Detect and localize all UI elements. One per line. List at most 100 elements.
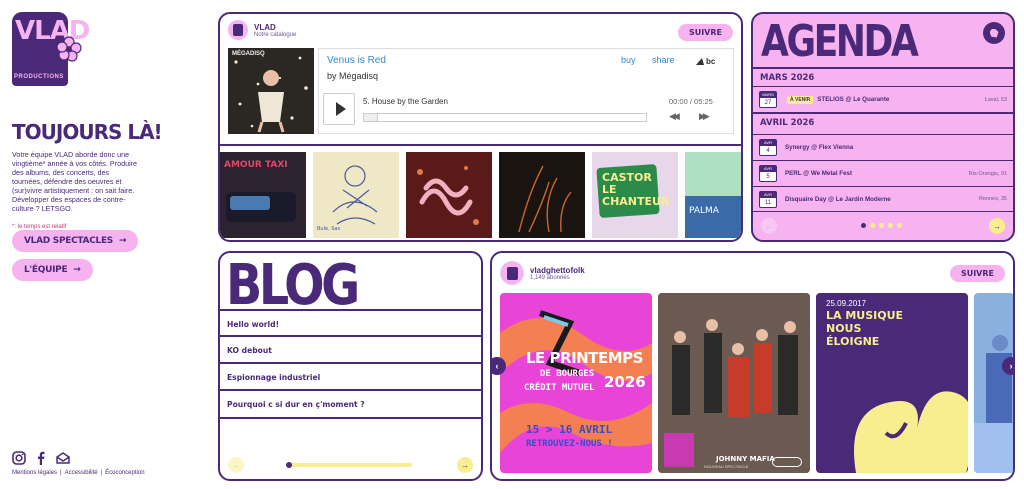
bandcamp-player: MÉGADISQ Venus is Red by Mégadisq buy sh… bbox=[228, 48, 734, 138]
album-artist: by Mégadisq bbox=[327, 71, 379, 81]
player-controls: Venus is Red by Mégadisq buy share bc 5.… bbox=[318, 48, 734, 134]
intro-text: Votre équipe VLAD aborde donc une vingti… bbox=[12, 150, 138, 213]
vlad-spectacles-label: VLAD SPECTACLES bbox=[24, 236, 113, 246]
date-badge: MARS 27 bbox=[759, 91, 777, 108]
instagram-next-button[interactable]: › bbox=[1002, 357, 1013, 375]
blog-next-button[interactable]: → bbox=[457, 457, 473, 473]
social-links bbox=[12, 451, 70, 465]
agenda-dots bbox=[861, 223, 902, 228]
instagram-follow-button[interactable]: SUIVRE bbox=[949, 265, 1005, 282]
album-title: Bule, Sas bbox=[317, 226, 341, 232]
agenda-event[interactable]: AVR 11 Disquaire Day @ Le Jardin Moderne … bbox=[753, 186, 1013, 212]
instagram-header: vladghettofolk 1,149 abonnés bbox=[500, 261, 585, 285]
sidebar: VLAD PRODUCTIONS TOUJOURS LÀ! Votre équi… bbox=[12, 12, 212, 482]
logo-sub: PRODUCTIONS bbox=[14, 74, 64, 80]
instagram-post[interactable]: JOHNNY MAFIA NOUVEAU SPECTACLE bbox=[658, 293, 810, 473]
date-badge: AVR 11 bbox=[759, 190, 777, 208]
previous-track-icon[interactable]: ◀◀ bbox=[669, 111, 680, 122]
tagline: TOUJOURS LÀ! bbox=[12, 120, 163, 144]
album-title-link[interactable]: Venus is Red bbox=[327, 55, 386, 66]
play-button[interactable] bbox=[323, 93, 355, 125]
arrow-right-icon: → bbox=[118, 236, 127, 246]
agenda-pagination: ← → bbox=[761, 218, 1005, 234]
track-progress-bar[interactable] bbox=[363, 113, 647, 122]
email-icon[interactable] bbox=[56, 451, 70, 465]
post-subhead: DE BOURGES bbox=[540, 369, 595, 379]
instagram-post[interactable]: LE PRINTEMPS DE BOURGES 2026 CRÉDIT MUTU… bbox=[500, 293, 652, 473]
blog-post-link[interactable]: KO debout bbox=[220, 335, 481, 363]
blog-scroll-thumb[interactable] bbox=[286, 462, 292, 468]
catalog-name: VLAD bbox=[254, 22, 276, 32]
buy-link[interactable]: buy bbox=[621, 55, 636, 65]
france-map-icon[interactable] bbox=[983, 22, 1005, 44]
equipe-button[interactable]: L'ÉQUIPE → bbox=[12, 259, 93, 281]
instagram-post[interactable]: 25.09.2017 LA MUSIQUE NOUS ÉLOIGNE bbox=[816, 293, 968, 473]
album-thumb[interactable]: AMOUR TAXI bbox=[220, 152, 306, 238]
upcoming-badge: À VENIR bbox=[787, 95, 814, 104]
album-cover-art bbox=[228, 48, 314, 134]
play-icon bbox=[335, 102, 346, 116]
post-year: 2026 bbox=[604, 373, 646, 391]
event-name: PERL @ We Metal Fest bbox=[785, 170, 853, 177]
event-place: Rennes, 35 bbox=[978, 196, 1007, 202]
agenda-event[interactable]: MARS 27 À VENIR STELIOS @ Le Quarante Lav… bbox=[753, 86, 1013, 112]
agenda-card: AGENDA MARS 2026 MARS 27 À VENIR STELIOS … bbox=[751, 12, 1015, 242]
current-track: 5. House by the Garden bbox=[363, 97, 448, 106]
event-name: Disquaire Day @ Le Jardin Moderne bbox=[785, 195, 891, 203]
catalog-header: VLAD Notre catalogue bbox=[228, 20, 296, 40]
month-header: MARS 2026 bbox=[753, 67, 1013, 87]
agenda-event[interactable]: AVR 5 PERL @ We Metal Fest Ris-Orangis, 9… bbox=[753, 160, 1013, 186]
mentions-link[interactable]: Mentions légales bbox=[12, 470, 57, 476]
blog-post-link[interactable]: Hello world! bbox=[220, 309, 481, 337]
blog-scroll-track[interactable] bbox=[286, 462, 412, 468]
vlad-spectacles-button[interactable]: VLAD SPECTACLES → bbox=[12, 230, 139, 252]
equipe-label: L'ÉQUIPE bbox=[24, 265, 68, 275]
album-title: PALMA bbox=[689, 206, 719, 216]
bandcamp-mark bbox=[696, 58, 704, 65]
post-button[interactable] bbox=[772, 457, 802, 467]
album-thumb[interactable] bbox=[406, 152, 492, 238]
bandcamp-logo-icon[interactable]: bc bbox=[696, 57, 715, 66]
facebook-icon[interactable] bbox=[34, 451, 48, 465]
vlad-logo[interactable]: VLAD PRODUCTIONS bbox=[12, 12, 90, 86]
accessibilite-link[interactable]: Accessibilité bbox=[65, 470, 98, 476]
album-title: AMOUR TAXI bbox=[224, 160, 288, 170]
catalog-avatar[interactable] bbox=[228, 20, 248, 40]
agenda-prev-button[interactable]: ← bbox=[761, 218, 777, 234]
blog-post-link[interactable]: Espionnage industriel bbox=[220, 362, 481, 390]
agenda-next-button[interactable]: → bbox=[989, 218, 1005, 234]
instagram-post[interactable] bbox=[974, 293, 1013, 473]
share-link[interactable]: share bbox=[652, 55, 675, 65]
progress-knob[interactable] bbox=[364, 114, 378, 121]
flower-icon bbox=[56, 36, 82, 62]
album-carousel: AMOUR TAXI Bule, Sas CASTOR LE CHANTEUR … bbox=[220, 144, 741, 240]
instagram-icon[interactable] bbox=[12, 451, 26, 465]
blog-card: BLOG Hello world! KO debout Espionnage i… bbox=[218, 251, 483, 481]
post-cta: RETROUVEZ-NOUS ! bbox=[526, 439, 613, 449]
agenda-title: AGENDA bbox=[761, 16, 919, 67]
agenda-event[interactable]: AVR 4 Synergy @ Flex Vienna bbox=[753, 134, 1013, 160]
post-title: LA MUSIQUE NOUS ÉLOIGNE bbox=[826, 309, 904, 348]
ecoconception-link[interactable]: Écoconception bbox=[105, 470, 144, 476]
track-time: 00:00 / 05:25 bbox=[669, 97, 713, 106]
album-title: CASTOR LE CHANTEUR bbox=[602, 171, 670, 208]
album-thumb[interactable]: PALMA bbox=[685, 152, 741, 238]
next-track-icon[interactable]: ▶▶ bbox=[699, 111, 710, 122]
post-sponsor: CRÉDIT MUTUEL bbox=[524, 383, 595, 393]
event-name: STELIOS @ Le Quarante bbox=[817, 96, 890, 103]
blog-pagination: ← → bbox=[228, 457, 473, 473]
blog-post-link[interactable]: Pourquoi c si dur en ç'moment ? bbox=[220, 389, 481, 419]
event-name: Synergy @ Flex Vienna bbox=[785, 144, 854, 151]
album-thumb[interactable]: Bule, Sas bbox=[313, 152, 399, 238]
album-cover[interactable]: MÉGADISQ bbox=[228, 48, 314, 134]
instagram-card: vladghettofolk 1,149 abonnés SUIVRE LE P… bbox=[490, 251, 1015, 481]
instagram-account-name[interactable]: vladghettofolk bbox=[530, 266, 585, 275]
catalog-follow-button[interactable]: SUIVRE bbox=[677, 24, 733, 41]
album-thumb[interactable] bbox=[499, 152, 585, 238]
footer-links: Mentions légales | Accessibilité | Écoconcep… bbox=[12, 470, 145, 476]
bandcamp-logo-text: bc bbox=[706, 57, 716, 66]
album-thumb[interactable]: CASTOR LE CHANTEUR bbox=[592, 152, 678, 238]
instagram-avatar[interactable] bbox=[500, 261, 524, 285]
event-place: Laval, 53 bbox=[984, 96, 1007, 103]
blog-prev-button[interactable]: ← bbox=[228, 457, 244, 473]
